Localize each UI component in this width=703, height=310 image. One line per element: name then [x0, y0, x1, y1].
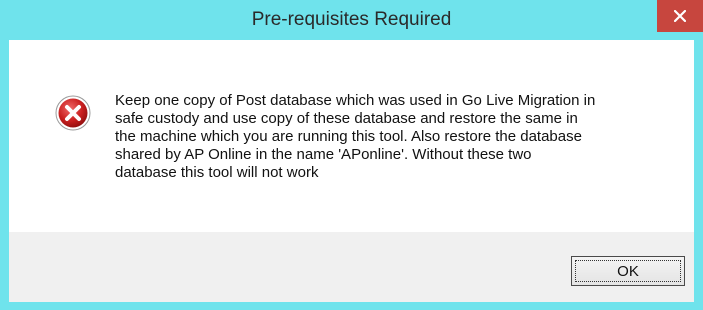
message-area: Keep one copy of Post database which was… — [9, 40, 694, 232]
close-icon — [674, 10, 686, 22]
dialog-window: Pre-requisites Required Keep one copy of… — [0, 0, 703, 310]
ok-button-label: OK — [617, 262, 639, 280]
close-button[interactable] — [657, 0, 703, 32]
error-icon — [55, 95, 91, 131]
dialog-client-area: Keep one copy of Post database which was… — [9, 40, 694, 302]
button-bar: OK — [9, 232, 694, 302]
title-bar[interactable]: Pre-requisites Required — [0, 0, 703, 40]
error-message: Keep one copy of Post database which was… — [115, 92, 596, 181]
window-title: Pre-requisites Required — [251, 9, 452, 30]
ok-button[interactable]: OK — [571, 256, 685, 286]
